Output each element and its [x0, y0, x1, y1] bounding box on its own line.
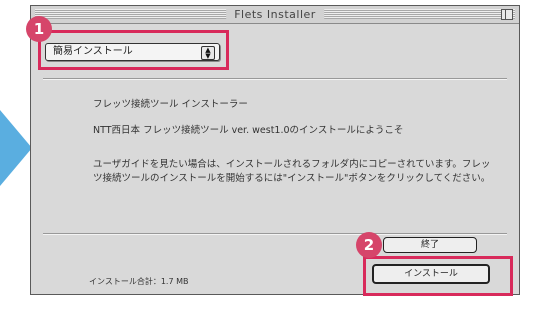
installer-heading: フレッツ接続ツール インストーラー: [93, 99, 248, 110]
zoom-box-icon[interactable]: [501, 9, 513, 20]
install-size-label: インストール合計：1.7 MB: [89, 277, 189, 286]
title-bar[interactable]: Flets Installer: [31, 6, 519, 24]
divider-top: [43, 78, 507, 80]
exit-button[interactable]: 終了: [383, 237, 477, 253]
highlight-install-box: [363, 256, 513, 296]
welcome-text: NTT西日本 フレッツ接続ツール ver. west1.0のインストールにようこ…: [93, 125, 404, 136]
highlight-popup-box: [38, 30, 229, 70]
divider-bottom: [43, 233, 507, 235]
window-title: Flets Installer: [226, 6, 324, 23]
step-2-badge: 2: [356, 232, 382, 258]
step-1-badge: 1: [26, 16, 52, 42]
instructions-text: ユーザガイドを見たい場合は、インストールされるフォルダ内にコピーされています。フ…: [93, 159, 491, 184]
arrow-right-icon: [0, 110, 32, 186]
